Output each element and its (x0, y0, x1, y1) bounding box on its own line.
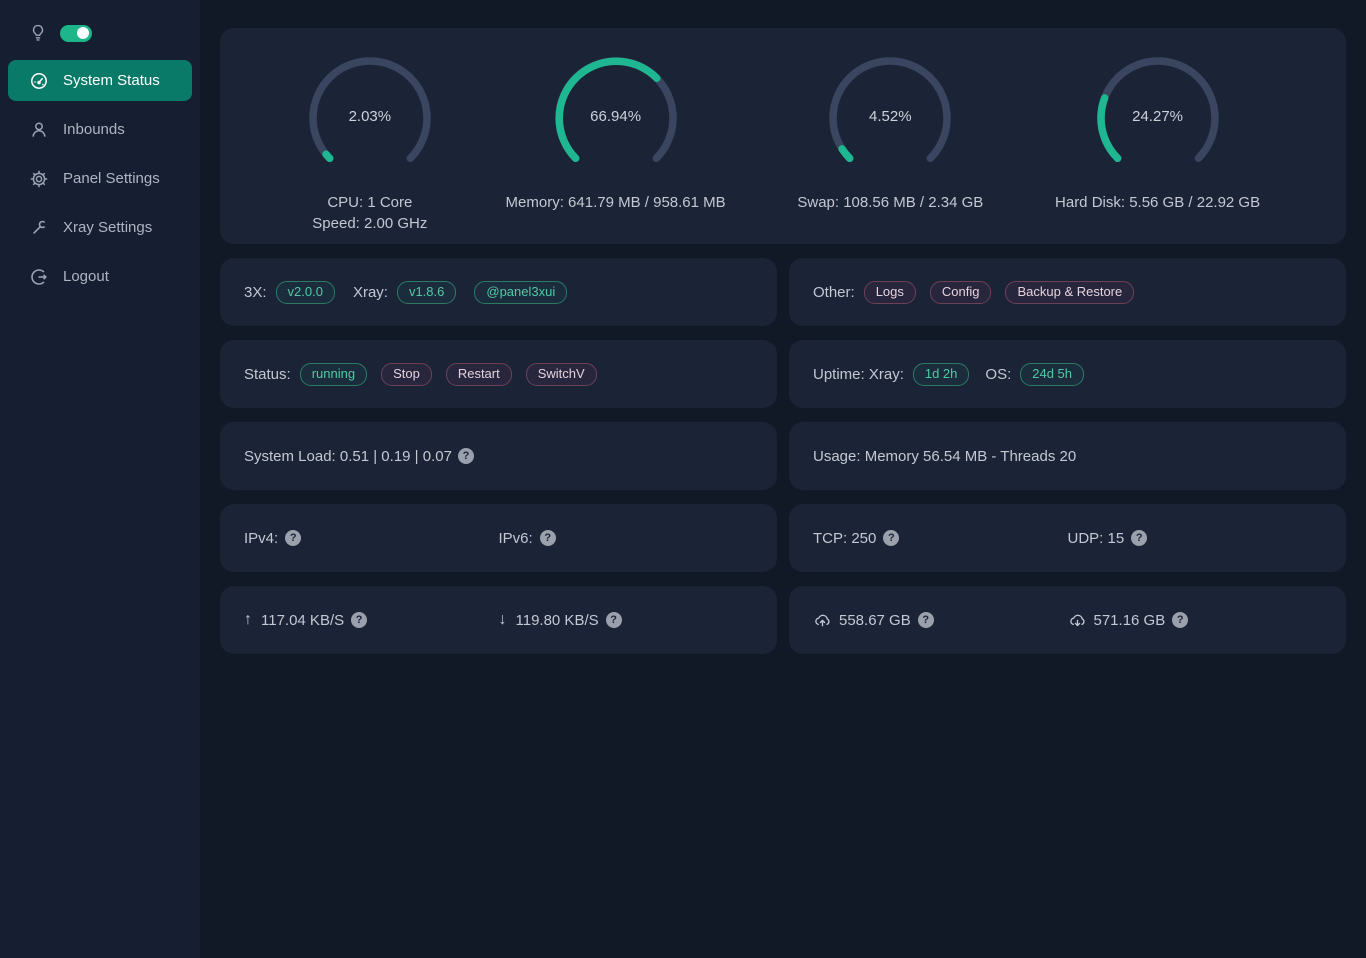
sidebar-item-xray-settings[interactable]: Xray Settings (8, 207, 192, 248)
cpu-gauge-percent: 2.03% (306, 108, 434, 125)
memory-gauge: 66.94% Memory: 641.79 MB / 958.61 MB (506, 54, 726, 213)
system-gauges-card: 2.03% CPU: 1 Core Speed: 2.00 GHz 66.94%… (220, 28, 1346, 244)
sidebar-item-label: System Status (63, 72, 160, 89)
disk-gauge-percent: 24.27% (1094, 108, 1222, 125)
system-load-card: System Load: 0.51 | 0.19 | 0.07 ? (220, 422, 777, 490)
theme-switch-knob (77, 27, 89, 39)
status-badge: running (300, 363, 367, 386)
xray-label: Xray: (353, 284, 388, 301)
usage-card: Usage: Memory 56.54 MB - Threads 20 (789, 422, 1346, 490)
sidebar-menu: System Status Inbounds Panel Settings (0, 56, 200, 301)
swap-gauge-label: Swap: 108.56 MB / 2.34 GB (797, 192, 983, 213)
xray-version-badge[interactable]: v1.8.6 (397, 281, 456, 304)
swap-gauge: 4.52% Swap: 108.56 MB / 2.34 GB (797, 54, 983, 213)
upload-speed-text: 117.04 KB/S (261, 612, 344, 629)
traffic-total-card: 558.67 GB ? 571.16 GB ? (789, 586, 1346, 654)
cloud-upload-icon (813, 612, 832, 628)
switch-version-button[interactable]: SwitchV (526, 363, 597, 386)
theme-toggle-row (0, 18, 200, 56)
download-arrow-icon: ↓ (499, 611, 507, 629)
3x-version-badge[interactable]: v2.0.0 (276, 281, 335, 304)
main-content: 2.03% CPU: 1 Core Speed: 2.00 GHz 66.94%… (200, 0, 1366, 958)
sidebar-item-logout[interactable]: Logout (8, 256, 192, 297)
connections-card: TCP: 250 ? UDP: 15 ? (789, 504, 1346, 572)
telegram-badge[interactable]: @panel3xui (474, 281, 567, 304)
ipv6-label: IPv6: (499, 530, 533, 547)
backup-restore-button[interactable]: Backup & Restore (1005, 281, 1134, 304)
lightbulb-icon (30, 24, 46, 42)
other-card: Other: Logs Config Backup & Restore (789, 258, 1346, 326)
cloud-download-icon (1068, 612, 1087, 628)
download-speed-help-icon[interactable]: ? (606, 612, 622, 628)
sidebar-item-label: Inbounds (63, 121, 125, 138)
ipv6-help-icon[interactable]: ? (540, 530, 556, 546)
logs-button[interactable]: Logs (864, 281, 916, 304)
cpu-gauge-label: CPU: 1 Core Speed: 2.00 GHz (312, 192, 427, 234)
sidebar: System Status Inbounds Panel Settings (0, 0, 200, 958)
xray-status-card: Status: running Stop Restart SwitchV (220, 340, 777, 408)
restart-button[interactable]: Restart (446, 363, 512, 386)
swap-gauge-percent: 4.52% (826, 108, 954, 125)
os-uptime-badge: 24d 5h (1020, 363, 1084, 386)
3x-label: 3X: (244, 284, 267, 301)
user-icon (30, 121, 48, 139)
system-load-text: System Load: 0.51 | 0.19 | 0.07 (244, 448, 452, 465)
gear-icon (30, 170, 48, 188)
theme-switch[interactable] (60, 25, 92, 42)
speed-card: ↑ 117.04 KB/S ? ↓ 119.80 KB/S ? (220, 586, 777, 654)
wrench-icon (30, 219, 48, 237)
config-button[interactable]: Config (930, 281, 992, 304)
other-label: Other: (813, 284, 855, 301)
sidebar-item-label: Xray Settings (63, 219, 152, 236)
tcp-count-text: TCP: 250 (813, 530, 876, 547)
udp-count-text: UDP: 15 (1068, 530, 1125, 547)
uptime-card: Uptime: Xray: 1d 2h OS: 24d 5h (789, 340, 1346, 408)
status-label: Status: (244, 366, 291, 383)
usage-text: Usage: Memory 56.54 MB - Threads 20 (813, 448, 1076, 465)
system-load-help-icon[interactable]: ? (458, 448, 474, 464)
ip-card: IPv4: ? IPv6: ? (220, 504, 777, 572)
total-upload-help-icon[interactable]: ? (918, 612, 934, 628)
disk-gauge: 24.27% Hard Disk: 5.56 GB / 22.92 GB (1055, 54, 1260, 213)
sidebar-item-label: Panel Settings (63, 170, 160, 187)
ipv4-label: IPv4: (244, 530, 278, 547)
total-download-text: 571.16 GB (1094, 612, 1166, 629)
xray-uptime-badge: 1d 2h (913, 363, 970, 386)
stop-button[interactable]: Stop (381, 363, 432, 386)
upload-speed-help-icon[interactable]: ? (351, 612, 367, 628)
tcp-help-icon[interactable]: ? (883, 530, 899, 546)
download-speed-text: 119.80 KB/S (516, 612, 599, 629)
sidebar-item-inbounds[interactable]: Inbounds (8, 109, 192, 150)
sidebar-item-panel-settings[interactable]: Panel Settings (8, 158, 192, 199)
udp-help-icon[interactable]: ? (1131, 530, 1147, 546)
logout-icon (30, 268, 48, 286)
version-card: 3X: v2.0.0 Xray: v1.8.6 @panel3xui (220, 258, 777, 326)
total-upload-text: 558.67 GB (839, 612, 911, 629)
ipv4-help-icon[interactable]: ? (285, 530, 301, 546)
memory-gauge-percent: 66.94% (552, 108, 680, 125)
uptime-xray-label: Uptime: Xray: (813, 366, 904, 383)
sidebar-item-label: Logout (63, 268, 109, 285)
memory-gauge-label: Memory: 641.79 MB / 958.61 MB (506, 192, 726, 213)
sidebar-item-system-status[interactable]: System Status (8, 60, 192, 101)
uptime-os-label: OS: (985, 366, 1011, 383)
dashboard-icon (30, 72, 48, 90)
disk-gauge-label: Hard Disk: 5.56 GB / 22.92 GB (1055, 192, 1260, 213)
upload-arrow-icon: ↑ (244, 611, 252, 629)
total-download-help-icon[interactable]: ? (1172, 612, 1188, 628)
cpu-gauge: 2.03% CPU: 1 Core Speed: 2.00 GHz (306, 54, 434, 234)
